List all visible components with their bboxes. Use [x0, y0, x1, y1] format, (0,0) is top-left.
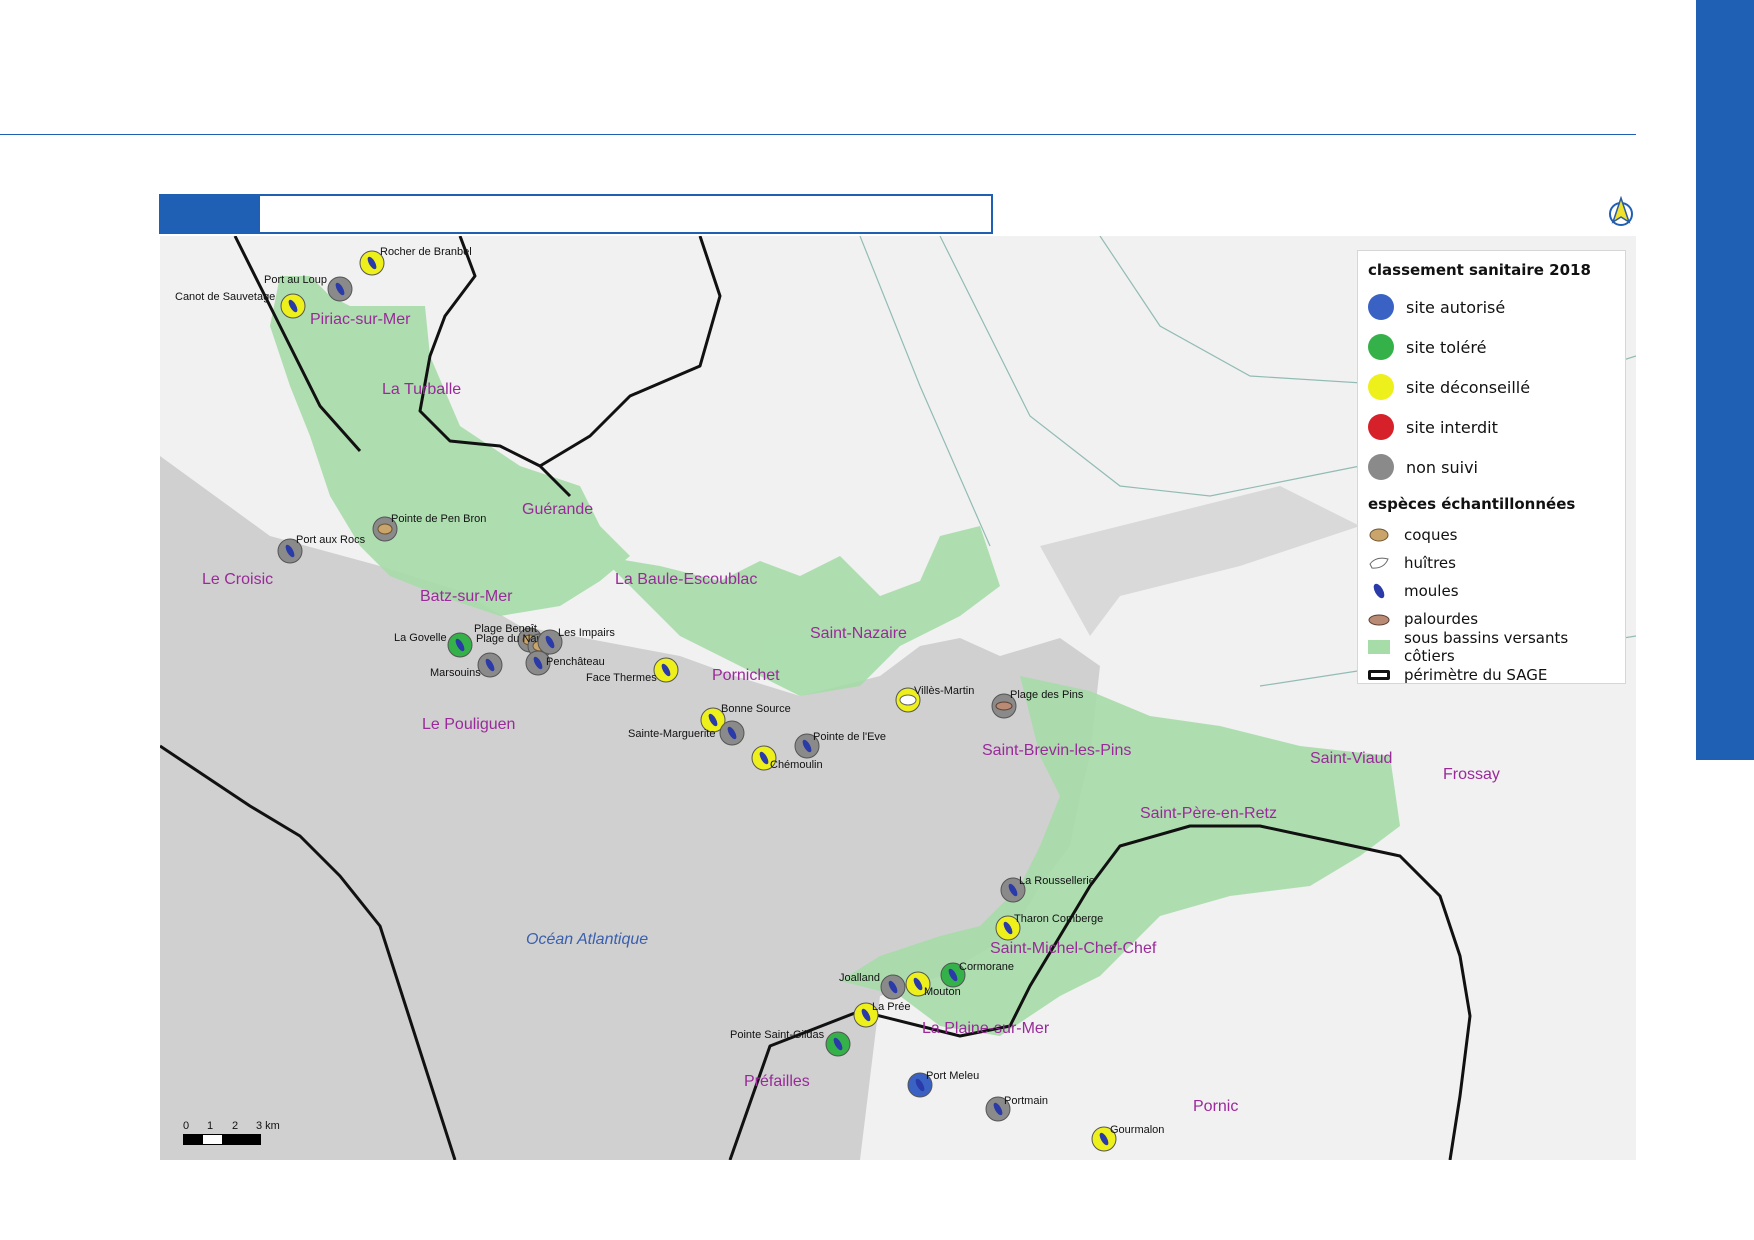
- legend-label: site toléré: [1406, 337, 1487, 357]
- status-dot-autorise: [1368, 294, 1394, 320]
- legend-label: coques: [1404, 526, 1458, 544]
- clam-icon: [1368, 614, 1390, 626]
- mussel-icon: [1373, 583, 1385, 599]
- cockle-icon: [377, 523, 393, 535]
- legend-item-deconseille: site déconseillé: [1368, 367, 1615, 407]
- label-saint-pere: Saint-Père-en-Retz: [1140, 805, 1277, 822]
- status-dot-non-suivi: [1368, 454, 1394, 480]
- label-guerande: Guérande: [522, 501, 593, 518]
- site-name: Mouton: [924, 986, 961, 998]
- title-tag: [161, 196, 260, 232]
- label-le-pouliguen: Le Pouliguen: [422, 716, 515, 733]
- legend-item-bassins: sous bassins versants côtiers: [1368, 629, 1615, 665]
- legend-item-tolere: site toléré: [1368, 327, 1615, 367]
- site-name: La Govelle: [394, 632, 447, 644]
- label-piriac: Piriac-sur-Mer: [310, 311, 411, 328]
- site-name: Port Meleu: [926, 1070, 979, 1082]
- oyster-icon: [1369, 557, 1389, 569]
- label-prefailles: Préfailles: [744, 1073, 810, 1090]
- map-title-bar: [159, 194, 993, 234]
- site-name: Plage du Nau: [476, 633, 543, 645]
- legend-label: palourdes: [1404, 610, 1479, 628]
- status-dot-deconseille: [1368, 374, 1394, 400]
- legend-label: huîtres: [1404, 554, 1456, 572]
- site-name: Cormorane: [959, 961, 1014, 973]
- site-name: Chémoulin: [770, 759, 823, 771]
- site-name: Sainte-Marguerite: [628, 728, 715, 740]
- north-arrow-icon: [1609, 196, 1633, 226]
- legend-title-classement: classement sanitaire 2018: [1368, 261, 1591, 279]
- site-name: Port au Loup: [264, 274, 327, 286]
- header-rule: [0, 134, 1636, 135]
- label-pornic: Pornic: [1193, 1098, 1238, 1115]
- label-batz: Batz-sur-Mer: [420, 588, 513, 605]
- site-name: Gourmalon: [1110, 1124, 1164, 1136]
- legend-label: moules: [1404, 582, 1459, 600]
- site-name: Joalland: [839, 972, 880, 984]
- label-la-turballe: La Turballe: [382, 381, 461, 398]
- legend-item-autorise: site autorisé: [1368, 287, 1615, 327]
- legend: classement sanitaire 2018 site autorisé …: [1357, 250, 1626, 684]
- scale-tick: 2: [232, 1120, 239, 1132]
- catchment-swatch: [1368, 640, 1390, 654]
- label-la-plaine: La Plaine-sur-Mer: [922, 1020, 1050, 1037]
- site-name: Bonne Source: [721, 703, 791, 715]
- site-name: La Prée: [872, 1001, 911, 1013]
- legend-label: site déconseillé: [1406, 377, 1531, 397]
- scale-tick: 3 km: [256, 1120, 280, 1132]
- clam-icon: [995, 701, 1013, 711]
- legend-item-huitres: huîtres: [1368, 549, 1615, 577]
- legend-label: site autorisé: [1406, 297, 1506, 317]
- scale-tick: 1: [207, 1120, 214, 1132]
- site-name: La Roussellerie: [1019, 875, 1095, 887]
- legend-title-especes: espèces échantillonnées: [1368, 495, 1576, 513]
- label-pornichet: Pornichet: [712, 667, 780, 684]
- site-name: Marsouins: [430, 667, 481, 679]
- site-name: Villès-Martin: [914, 685, 974, 697]
- status-dot-interdit: [1368, 414, 1394, 440]
- legend-label: sous bassins versants côtiers: [1404, 629, 1569, 665]
- cockle-icon: [1369, 528, 1389, 542]
- site-name: Penchâteau: [546, 656, 605, 668]
- legend-item-non-suivi: non suivi: [1368, 447, 1615, 487]
- label-saint-brevin: Saint-Brevin-les-Pins: [982, 742, 1131, 759]
- site-name: Rocher de Branbel: [380, 246, 472, 258]
- status-dot-tolere: [1368, 334, 1394, 360]
- site-name: Tharon Comberge: [1014, 913, 1103, 925]
- legend-label: non suivi: [1406, 457, 1478, 477]
- legend-item-interdit: site interdit: [1368, 407, 1615, 447]
- site-name: Port aux Rocs: [296, 534, 366, 546]
- label-saint-nazaire: Saint-Nazaire: [810, 625, 907, 642]
- site-name: Pointe Saint-Gildas: [730, 1029, 825, 1041]
- legend-item-perimetre: périmètre du SAGE: [1368, 661, 1615, 689]
- site-name: Face Thermes: [586, 672, 657, 684]
- scale-bar: 0 1 2 3 km: [183, 1120, 280, 1145]
- site-name: Canot de Sauvetage: [175, 291, 275, 303]
- legend-label: site interdit: [1406, 417, 1498, 437]
- label-saint-viaud: Saint-Viaud: [1310, 750, 1392, 767]
- sea-label: Océan Atlantique: [526, 931, 648, 948]
- legend-item-coques: coques: [1368, 521, 1615, 549]
- label-saint-michel: Saint-Michel-Chef-Chef: [990, 940, 1157, 957]
- site-name: Les Impairs: [558, 627, 615, 639]
- site-name: Portmain: [1004, 1095, 1048, 1107]
- site-name: Pointe de l'Eve: [813, 731, 886, 743]
- label-frossay: Frossay: [1443, 766, 1500, 783]
- scale-tick: 0: [183, 1120, 190, 1132]
- label-le-croisic: Le Croisic: [202, 571, 273, 588]
- label-la-baule: La Baule-Escoublac: [615, 571, 757, 588]
- perimeter-swatch: [1368, 670, 1390, 680]
- site-name: Plage des Pins: [1010, 689, 1084, 701]
- legend-label: périmètre du SAGE: [1404, 666, 1548, 684]
- legend-item-moules: moules: [1368, 577, 1615, 605]
- site-name: Pointe de Pen Bron: [391, 513, 486, 525]
- side-tab: [1696, 0, 1754, 760]
